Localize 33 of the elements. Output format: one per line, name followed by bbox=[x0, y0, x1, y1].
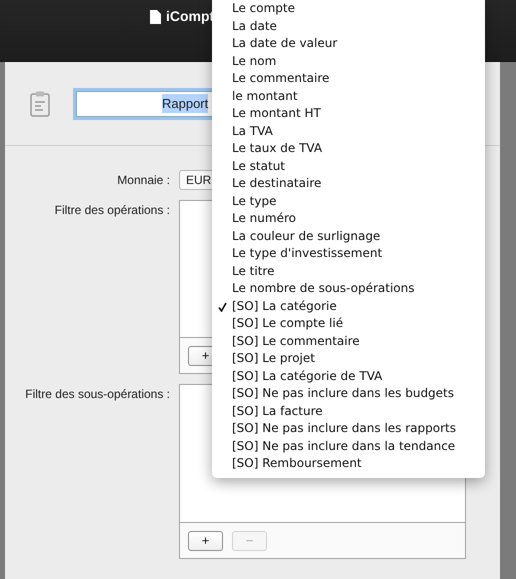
menu-item[interactable]: Le titre bbox=[212, 262, 485, 280]
menu-item[interactable]: [SO] Ne pas inclure dans les rapports bbox=[212, 420, 485, 438]
report-name: Rapport bbox=[162, 94, 208, 113]
menu-item[interactable]: [SO] Le compte lié bbox=[212, 315, 485, 332]
operations-filter-label: Filtre des opérations : bbox=[54, 202, 170, 217]
menu-item[interactable]: [SO] La catégorie de TVA bbox=[212, 368, 485, 385]
suboperations-filter-label: Filtre des sous-opérations : bbox=[24, 386, 170, 401]
menu-item[interactable]: La date de valeur bbox=[212, 35, 485, 52]
menu-item[interactable]: Le statut bbox=[212, 158, 485, 175]
document-icon bbox=[150, 10, 161, 24]
menu-item[interactable]: Le taux de TVA bbox=[212, 140, 485, 158]
menu-item[interactable]: [SO] La catégorie bbox=[212, 298, 485, 315]
menu-item[interactable]: La TVA bbox=[212, 122, 485, 140]
filter-button[interactable]: + bbox=[188, 530, 223, 550]
currency-label: Monnaie : bbox=[116, 172, 170, 187]
menu-item[interactable]: [SO] Ne pas inclure dans les budgets bbox=[212, 385, 485, 402]
menu-item[interactable]: Le destinataire bbox=[212, 175, 485, 192]
menu-item[interactable]: Le type bbox=[212, 192, 485, 210]
menu-item[interactable]: Le nombre de sous-opérations bbox=[212, 280, 485, 298]
menu-item[interactable]: La couleur de surlignage bbox=[212, 228, 485, 245]
menu-item[interactable]: Le numéro bbox=[212, 210, 485, 228]
menu-item[interactable]: Le montant HT bbox=[212, 105, 485, 122]
menu-item[interactable]: [SO] Remboursement bbox=[212, 455, 485, 472]
menu-item[interactable]: [SO] Ne pas inclure dans la tendance bbox=[212, 438, 485, 455]
window-title: iCompt bbox=[166, 8, 214, 24]
menu-item[interactable]: le montant bbox=[212, 88, 485, 105]
menu-item[interactable]: La date bbox=[212, 18, 485, 35]
menu-item[interactable]: Le type d'investissement bbox=[212, 245, 485, 262]
menu-item[interactable]: Le nom bbox=[212, 52, 485, 70]
clipboard-icon bbox=[30, 90, 50, 116]
menu-item[interactable]: Le commentaire bbox=[212, 70, 485, 88]
menu-item[interactable]: [SO] La facture bbox=[212, 402, 485, 420]
menu-item[interactable]: Le compte bbox=[212, 0, 485, 18]
